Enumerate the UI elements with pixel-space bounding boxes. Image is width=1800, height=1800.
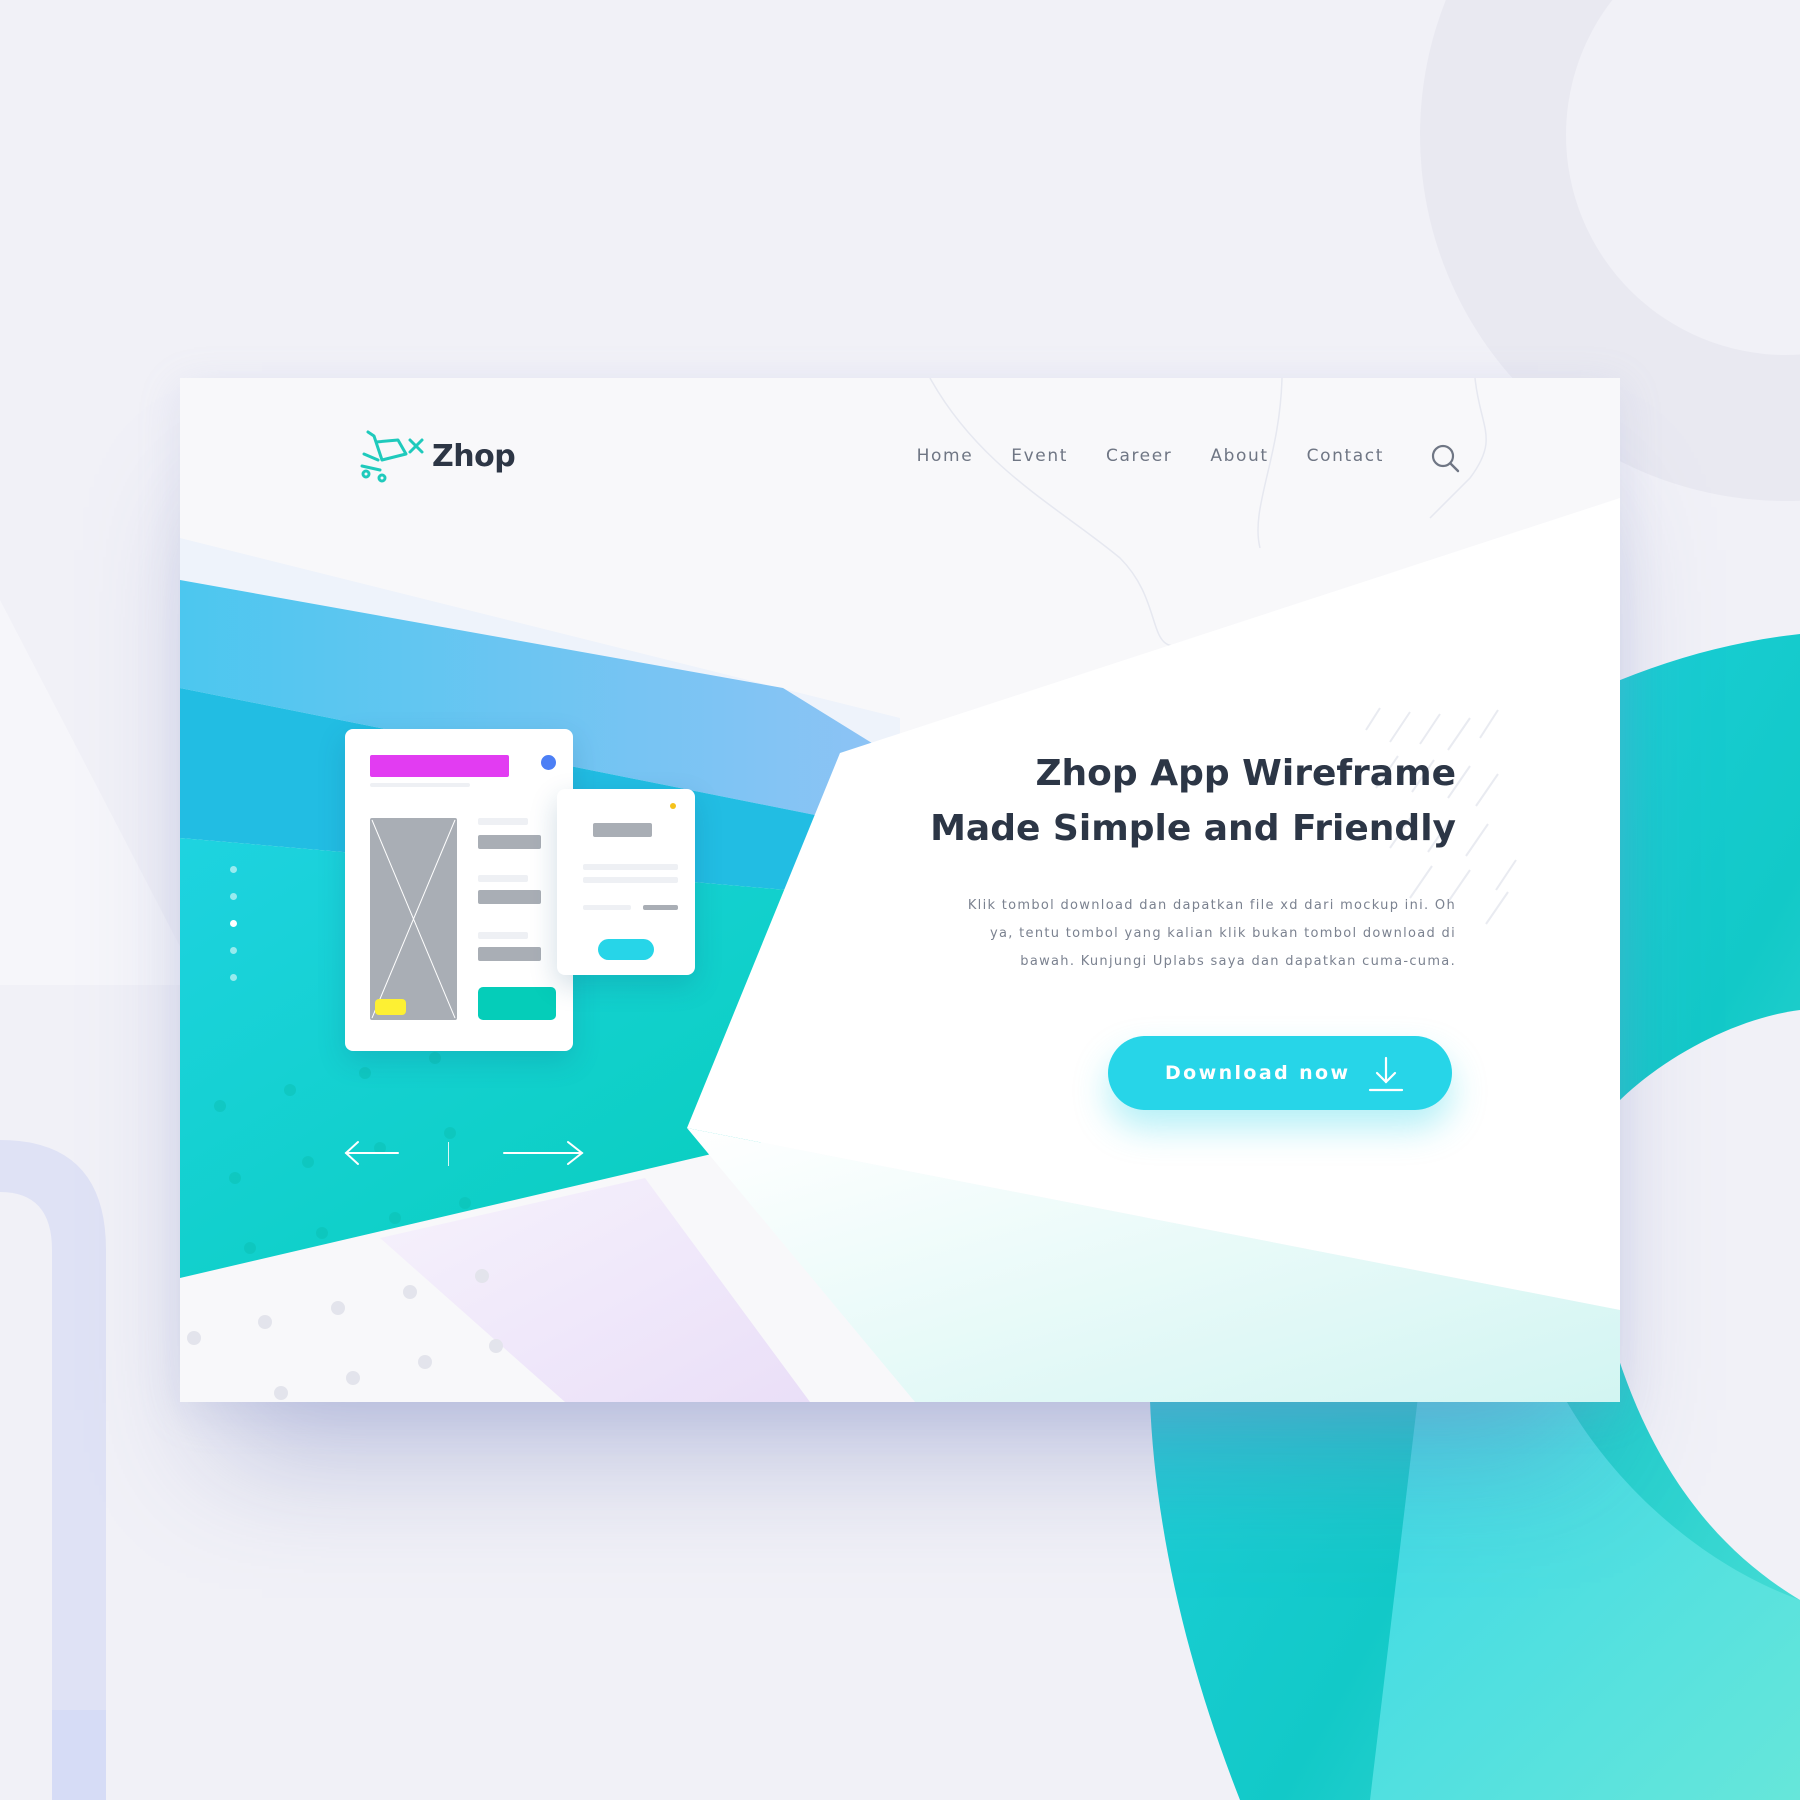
wireframe-mockup-small <box>557 789 695 975</box>
search-icon[interactable] <box>1429 442 1461 474</box>
mockup-line <box>478 947 541 961</box>
slider-dot-active[interactable] <box>230 920 237 927</box>
hero-title: Zhop App Wireframe Made Simple and Frien… <box>836 746 1456 856</box>
nav-item-about[interactable]: About <box>1210 446 1268 466</box>
main-nav: Home Event Career About Contact <box>917 446 1384 466</box>
slider-dot[interactable] <box>230 947 237 954</box>
slider-dot[interactable] <box>230 974 237 981</box>
mockup-badge <box>375 999 406 1015</box>
mockup-line <box>478 890 541 904</box>
hero-description: Klik tombol download dan dapatkan file x… <box>896 892 1456 976</box>
download-button[interactable]: Download now <box>1108 1036 1452 1110</box>
arrow-left-icon[interactable] <box>344 1138 400 1168</box>
brand-name: Zhop <box>432 438 516 474</box>
arrow-right-icon[interactable] <box>502 1138 584 1168</box>
brand-logo[interactable]: Zhop <box>354 426 516 486</box>
mockup-line <box>478 835 541 849</box>
mockup-line <box>478 818 528 825</box>
hero-title-line-2: Made Simple and Friendly <box>930 808 1456 849</box>
mockup-header-bar <box>370 755 509 777</box>
nav-item-event[interactable]: Event <box>1011 446 1068 466</box>
download-icon <box>1368 1056 1404 1092</box>
wireframe-mockup-main <box>345 729 573 1051</box>
slider-divider <box>448 1142 449 1166</box>
mockup-line <box>478 875 528 882</box>
mockup-line <box>478 932 528 939</box>
hero-title-line-1: Zhop App Wireframe <box>1035 753 1456 794</box>
mockup-button <box>478 987 556 1020</box>
download-button-label: Download now <box>1165 1062 1351 1084</box>
shopping-cart-icon <box>360 430 424 483</box>
hero-description-line-1: Klik tombol download dan dapatkan file x… <box>967 898 1456 913</box>
mockup-line <box>643 905 678 910</box>
nav-item-career[interactable]: Career <box>1106 446 1172 466</box>
mockup-line <box>583 864 678 870</box>
mockup-line <box>593 823 652 837</box>
hero-description-line-2: ya, tentu tombol yang kalian klik bukan … <box>990 926 1456 941</box>
mockup-line <box>583 905 631 910</box>
slider-dot[interactable] <box>230 866 237 873</box>
mockup-line <box>583 877 678 883</box>
nav-item-home[interactable]: Home <box>917 446 974 466</box>
mockup-indicator-dot <box>670 803 676 809</box>
mockup-subtitle-line <box>370 783 470 787</box>
hero-description-line-3: bawah. Kunjungi Uplabs saya dan dapatkan… <box>1020 954 1456 969</box>
slider-dot[interactable] <box>230 893 237 900</box>
mockup-status-dot <box>541 755 556 770</box>
slider-dots <box>230 866 240 990</box>
image-placeholder <box>370 818 457 1020</box>
mockup-button <box>598 939 654 960</box>
nav-item-contact[interactable]: Contact <box>1307 446 1384 466</box>
landing-page-card: Zhop Home Event Career About Contact Zho… <box>180 378 1620 1402</box>
